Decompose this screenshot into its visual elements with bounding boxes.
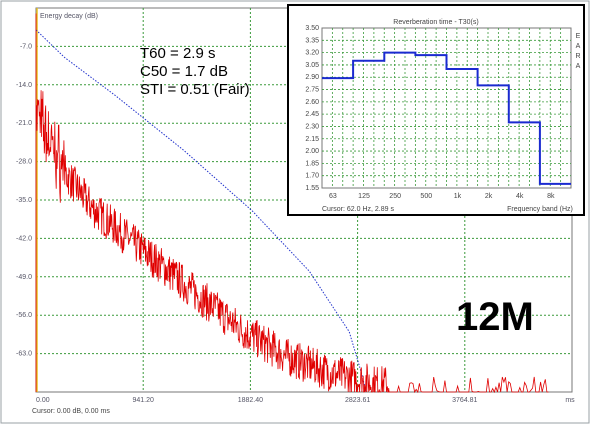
main-y-tick-label: -35.0 (16, 197, 32, 204)
inset-side-letter: A (576, 43, 581, 50)
inset-x-axis-label: Frequency band (Hz) (507, 206, 573, 213)
main-x-tick-label: 3764.81 (452, 397, 477, 404)
inset-y-tick-label: 2.60 (305, 99, 319, 106)
app-window: Energy decay (dB) -7.0 -14.0 -21.0 -28.0 -35… (0, 0, 590, 424)
inset-y-tick-label: 1.85 (305, 160, 319, 167)
main-x-tick-label: 2823.61 (345, 397, 370, 404)
inset-y-tick-label: 1.55 (305, 185, 319, 192)
main-y-tick-label: -14.0 (16, 82, 32, 89)
main-y-tick-label: -49.0 (16, 274, 32, 281)
main-y-tick-label: -42.0 (16, 235, 32, 242)
inset-x-tick-label: 1k (454, 193, 462, 200)
main-x-tick-label: 941.20 (132, 397, 154, 404)
inset-y-tick-label: 2.15 (305, 136, 319, 143)
inset-side-letter: E (576, 33, 581, 40)
main-cursor-readout: Cursor: 0.00 dB, 0.00 ms (32, 408, 110, 415)
main-y-tick-label: -56.0 (16, 312, 32, 319)
inset-x-tick-label: 250 (389, 193, 401, 200)
inset-y-tick-label: 1.70 (305, 173, 319, 180)
inset-x-tick-label: 500 (420, 193, 432, 200)
inset-cursor-readout: Cursor: 62.0 Hz, 2.89 s (322, 206, 394, 213)
main-y-tick-label: -28.0 (16, 159, 32, 166)
distance-label: 12M (456, 295, 534, 339)
inset-side-letter: R (575, 53, 580, 60)
inset-y-tick-label: 2.00 (305, 148, 319, 155)
inset-y-tick-label: 3.20 (305, 50, 319, 57)
inset-y-tick-label: 3.35 (305, 37, 319, 44)
main-x-tick-label: 1882.40 (238, 397, 263, 404)
main-y-axis-label: Energy decay (dB) (40, 13, 98, 20)
inset-y-tick-label: 3.05 (305, 62, 319, 69)
inset-y-tick-label: 2.90 (305, 74, 319, 81)
main-x-tick-label: 0.00 (36, 397, 50, 404)
inset-side-letter: A (576, 63, 581, 70)
c50-annotation: C50 = 1.7 dB (140, 63, 228, 80)
reverberation-time-chart: Reverberation time - T30(s) 3.50 3.35 3.20… (287, 4, 585, 216)
main-y-tick-label: -7.0 (20, 43, 32, 50)
sti-annotation: STI = 0.51 (Fair) (140, 81, 250, 98)
inset-x-tick-label: 125 (358, 193, 370, 200)
inset-y-tick-label: 3.50 (305, 25, 319, 32)
inset-title: Reverberation time - T30(s) (393, 19, 478, 26)
inset-x-tick-label: 2k (485, 193, 493, 200)
inset-y-tick-label: 2.45 (305, 111, 319, 118)
inset-x-tick-label: 63 (329, 193, 337, 200)
inset-x-tick-label: 8k (547, 193, 555, 200)
inset-y-tick-label: 2.30 (305, 123, 319, 130)
main-y-tick-label: -21.0 (16, 120, 32, 127)
inset-y-tick-label: 2.75 (305, 87, 319, 94)
main-y-tick-label: -63.0 (16, 351, 32, 358)
t60-annotation: T60 = 2.9 s (140, 45, 215, 62)
inset-x-tick-label: 4k (516, 193, 524, 200)
main-x-tick-label: ms (565, 397, 575, 404)
charts-svg: Energy decay (dB) -7.0 -14.0 -21.0 -28.0 -35… (0, 0, 590, 424)
